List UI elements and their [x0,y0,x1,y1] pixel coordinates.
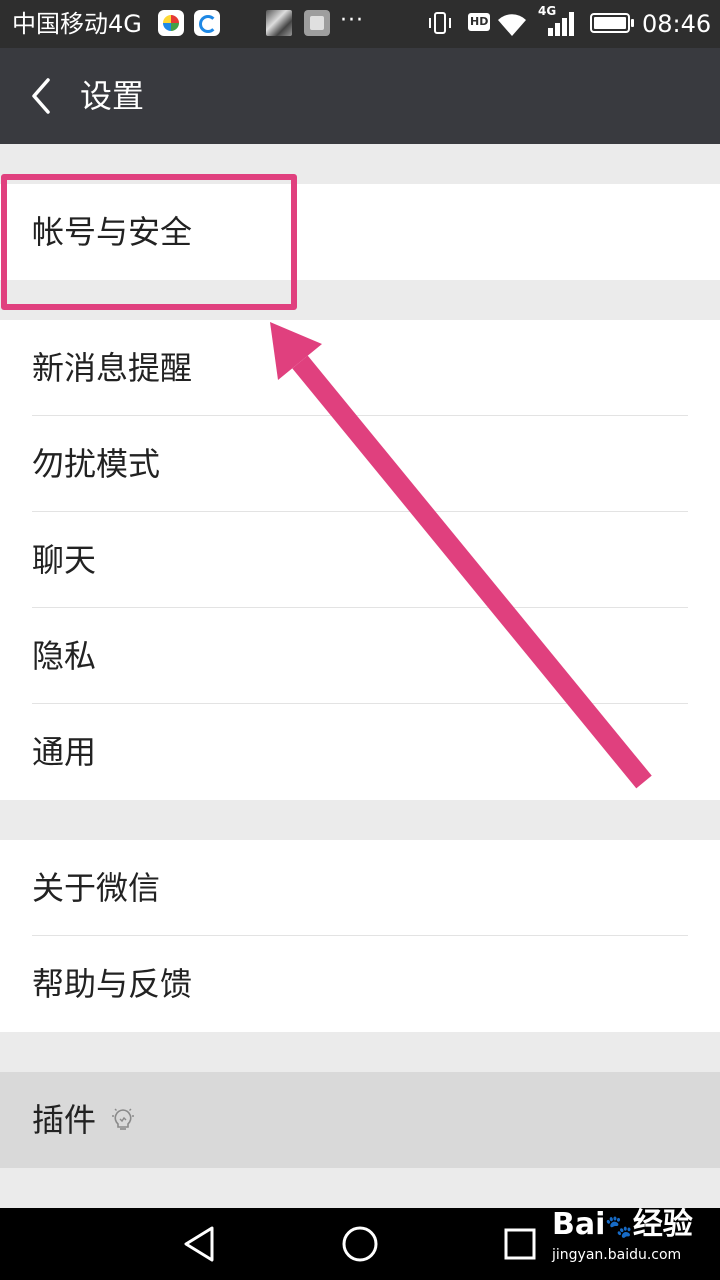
general-label: 通用 [32,733,97,771]
privacy-label: 隐私 [32,637,97,675]
do-not-disturb-label: 勿扰模式 [32,445,161,483]
do-not-disturb-item[interactable]: 勿扰模式 [0,416,720,512]
general-item[interactable]: 通用 [0,704,720,800]
nav-back-icon[interactable] [178,1222,222,1266]
watermark-brand-suffix: 经验 [632,1207,693,1242]
image-thumbnail-icon [266,10,292,36]
about-wechat-label: 关于微信 [32,869,161,907]
app-notification-icon [158,10,184,36]
watermark-brand-text: Bai [552,1207,606,1242]
clock: 08:46 [642,10,712,38]
watermark-brand: Bai🐾经验 [552,1208,693,1245]
wifi-icon [498,14,526,36]
plugins-item[interactable]: 插件 [0,1072,720,1168]
help-feedback-item[interactable]: 帮助与反馈 [0,936,720,1032]
page-title: 设置 [80,77,145,115]
chat-item[interactable]: 聊天 [0,512,720,608]
vibrate-icon [429,12,451,34]
hd-voice-icon: HD [468,13,491,31]
back-arrow-icon[interactable] [20,72,68,120]
nav-home-icon[interactable] [338,1222,382,1266]
title-bar: 设置 [0,48,720,144]
carrier-label: 中国移动4G [12,10,142,38]
account-security-label: 帐号与安全 [32,213,193,251]
battery-icon [590,13,634,33]
gallery-icon [304,10,330,36]
plugins-label: 插件 [32,1101,97,1139]
lightbulb-icon [112,1108,134,1130]
help-feedback-label: 帮助与反馈 [32,965,193,1003]
watermark-url: jingyan.baidu.com [552,1247,682,1263]
browser-notification-icon [194,10,220,36]
paw-icon: 🐾 [605,1215,633,1240]
account-security-item[interactable]: 帐号与安全 [0,184,720,280]
more-notifications-icon: ··· [340,8,364,33]
about-wechat-item[interactable]: 关于微信 [0,840,720,936]
new-message-notification-item[interactable]: 新消息提醒 [0,320,720,416]
chat-label: 聊天 [32,541,97,579]
new-message-notification-label: 新消息提醒 [32,349,193,387]
privacy-item[interactable]: 隐私 [0,608,720,704]
signal-strength-icon [548,12,574,36]
settings-group-main: 新消息提醒 勿扰模式 聊天 隐私 通用 [0,320,720,800]
settings-group-account: 帐号与安全 [0,184,720,280]
settings-group-plugins: 插件 [0,1072,720,1168]
nav-recents-icon[interactable] [498,1222,542,1266]
settings-group-about: 关于微信 帮助与反馈 [0,840,720,1032]
status-bar: 中国移动4G ··· HD 4G 08:46 [0,0,720,48]
